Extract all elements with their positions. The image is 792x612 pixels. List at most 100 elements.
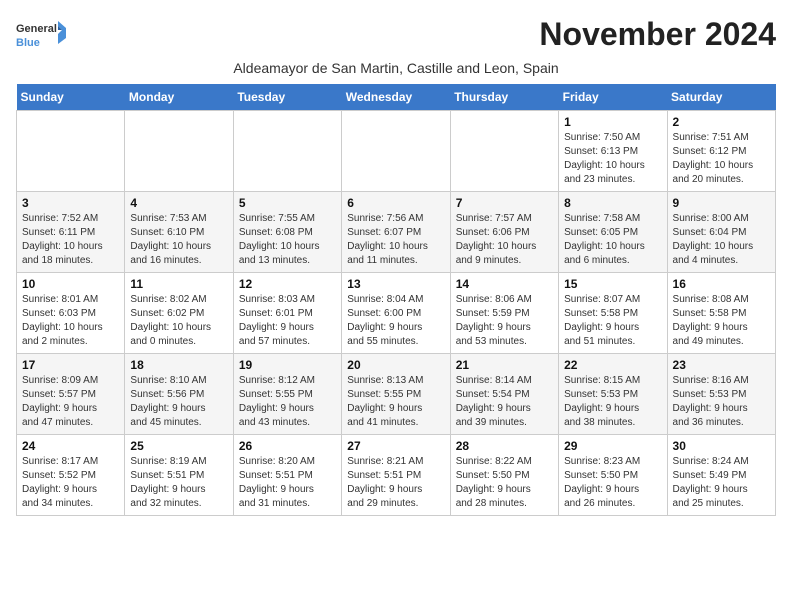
day-info: Sunrise: 8:14 AM Sunset: 5:54 PM Dayligh…	[456, 374, 553, 430]
calendar-cell: 11 Sunrise: 8:02 AM Sunset: 6:02 PM Dayli…	[125, 273, 233, 354]
calendar-cell: 3 Sunrise: 7:52 AM Sunset: 6:11 PM Daylig…	[17, 192, 125, 273]
col-header-wednesday: Wednesday	[342, 84, 450, 111]
day-info: Sunrise: 8:15 AM Sunset: 5:53 PM Dayligh…	[564, 374, 661, 430]
day-info: Sunrise: 8:16 AM Sunset: 5:53 PM Dayligh…	[673, 374, 770, 430]
day-info: Sunrise: 8:22 AM Sunset: 5:50 PM Dayligh…	[456, 455, 553, 511]
day-number: 15	[564, 277, 661, 291]
svg-text:General: General	[16, 23, 57, 35]
calendar-cell: 2 Sunrise: 7:51 AM Sunset: 6:12 PM Daylig…	[667, 111, 775, 192]
calendar-cell: 20Sunrise: 8:13 AM Sunset: 5:55 PM Dayli…	[342, 354, 450, 435]
day-info: Sunrise: 7:58 AM Sunset: 6:05 PM Dayligh…	[564, 212, 661, 268]
header: General Blue November 2024	[16, 16, 776, 56]
calendar-cell: 9Sunrise: 8:00 AM Sunset: 6:04 PM Daylig…	[667, 192, 775, 273]
calendar-cell: 15 Sunrise: 8:07 AM Sunset: 5:58 PM Dayli…	[559, 273, 667, 354]
month-title: November 2024	[539, 16, 776, 53]
day-info: Sunrise: 7:57 AM Sunset: 6:06 PM Dayligh…	[456, 212, 553, 268]
day-info: Sunrise: 8:12 AM Sunset: 5:55 PM Dayligh…	[239, 374, 336, 430]
day-number: 6	[347, 196, 444, 210]
day-info: Sunrise: 8:08 AM Sunset: 5:58 PM Dayligh…	[673, 293, 770, 349]
calendar-cell: 14 Sunrise: 8:06 AM Sunset: 5:59 PM Dayli…	[450, 273, 558, 354]
day-number: 29	[564, 439, 661, 453]
day-number: 14	[456, 277, 553, 291]
calendar-cell: 22 Sunrise: 8:15 AM Sunset: 5:53 PM Dayli…	[559, 354, 667, 435]
day-info: Sunrise: 7:52 AM Sunset: 6:11 PM Dayligh…	[22, 212, 119, 268]
day-info: Sunrise: 8:19 AM Sunset: 5:51 PM Dayligh…	[130, 455, 227, 511]
day-number: 18	[130, 358, 227, 372]
day-number: 7	[456, 196, 553, 210]
calendar-cell: 19 Sunrise: 8:12 AM Sunset: 5:55 PM Dayli…	[233, 354, 341, 435]
calendar-cell: 17 Sunrise: 8:09 AM Sunset: 5:57 PM Dayli…	[17, 354, 125, 435]
calendar-cell: 23 Sunrise: 8:16 AM Sunset: 5:53 PM Dayli…	[667, 354, 775, 435]
day-number: 23	[673, 358, 770, 372]
logo-svg: General Blue	[16, 16, 66, 56]
week-row-5: 24 Sunrise: 8:17 AM Sunset: 5:52 PM Dayli…	[17, 435, 776, 516]
day-info: Sunrise: 8:23 AM Sunset: 5:50 PM Dayligh…	[564, 455, 661, 511]
calendar-cell	[233, 111, 341, 192]
day-number: 11	[130, 277, 227, 291]
day-number: 26	[239, 439, 336, 453]
col-header-friday: Friday	[559, 84, 667, 111]
calendar-cell: 29 Sunrise: 8:23 AM Sunset: 5:50 PM Dayli…	[559, 435, 667, 516]
day-number: 12	[239, 277, 336, 291]
calendar-cell: 28Sunrise: 8:22 AM Sunset: 5:50 PM Dayli…	[450, 435, 558, 516]
week-row-1: 1Sunrise: 7:50 AM Sunset: 6:13 PM Daylig…	[17, 111, 776, 192]
calendar-cell: 24 Sunrise: 8:17 AM Sunset: 5:52 PM Dayli…	[17, 435, 125, 516]
col-header-saturday: Saturday	[667, 84, 775, 111]
day-number: 30	[673, 439, 770, 453]
day-info: Sunrise: 8:00 AM Sunset: 6:04 PM Dayligh…	[673, 212, 770, 268]
day-info: Sunrise: 8:07 AM Sunset: 5:58 PM Dayligh…	[564, 293, 661, 349]
day-number: 19	[239, 358, 336, 372]
calendar-cell: 26 Sunrise: 8:20 AM Sunset: 5:51 PM Dayli…	[233, 435, 341, 516]
calendar-cell: 12 Sunrise: 8:03 AM Sunset: 6:01 PM Dayli…	[233, 273, 341, 354]
day-number: 24	[22, 439, 119, 453]
day-info: Sunrise: 7:56 AM Sunset: 6:07 PM Dayligh…	[347, 212, 444, 268]
calendar-cell: 27Sunrise: 8:21 AM Sunset: 5:51 PM Dayli…	[342, 435, 450, 516]
day-info: Sunrise: 8:04 AM Sunset: 6:00 PM Dayligh…	[347, 293, 444, 349]
header-row: SundayMondayTuesdayWednesdayThursdayFrid…	[17, 84, 776, 111]
day-number: 13	[347, 277, 444, 291]
day-number: 21	[456, 358, 553, 372]
day-number: 4	[130, 196, 227, 210]
calendar-cell	[450, 111, 558, 192]
day-number: 17	[22, 358, 119, 372]
day-number: 2	[673, 115, 770, 129]
day-info: Sunrise: 8:01 AM Sunset: 6:03 PM Dayligh…	[22, 293, 119, 349]
calendar-cell: 10Sunrise: 8:01 AM Sunset: 6:03 PM Dayli…	[17, 273, 125, 354]
day-info: Sunrise: 8:09 AM Sunset: 5:57 PM Dayligh…	[22, 374, 119, 430]
logo: General Blue	[16, 16, 66, 56]
day-info: Sunrise: 8:17 AM Sunset: 5:52 PM Dayligh…	[22, 455, 119, 511]
calendar-cell: 1Sunrise: 7:50 AM Sunset: 6:13 PM Daylig…	[559, 111, 667, 192]
week-row-2: 3 Sunrise: 7:52 AM Sunset: 6:11 PM Daylig…	[17, 192, 776, 273]
calendar-table: SundayMondayTuesdayWednesdayThursdayFrid…	[16, 84, 776, 516]
subtitle: Aldeamayor de San Martin, Castille and L…	[16, 60, 776, 76]
day-info: Sunrise: 8:06 AM Sunset: 5:59 PM Dayligh…	[456, 293, 553, 349]
calendar-cell: 4Sunrise: 7:53 AM Sunset: 6:10 PM Daylig…	[125, 192, 233, 273]
day-number: 8	[564, 196, 661, 210]
week-row-4: 17 Sunrise: 8:09 AM Sunset: 5:57 PM Dayli…	[17, 354, 776, 435]
calendar-cell: 8 Sunrise: 7:58 AM Sunset: 6:05 PM Daylig…	[559, 192, 667, 273]
calendar-cell	[342, 111, 450, 192]
calendar-cell: 6 Sunrise: 7:56 AM Sunset: 6:07 PM Daylig…	[342, 192, 450, 273]
day-info: Sunrise: 8:02 AM Sunset: 6:02 PM Dayligh…	[130, 293, 227, 349]
day-info: Sunrise: 8:20 AM Sunset: 5:51 PM Dayligh…	[239, 455, 336, 511]
week-row-3: 10Sunrise: 8:01 AM Sunset: 6:03 PM Dayli…	[17, 273, 776, 354]
svg-text:Blue: Blue	[16, 37, 40, 49]
day-info: Sunrise: 8:03 AM Sunset: 6:01 PM Dayligh…	[239, 293, 336, 349]
calendar-cell: 13 Sunrise: 8:04 AM Sunset: 6:00 PM Dayli…	[342, 273, 450, 354]
day-info: Sunrise: 7:50 AM Sunset: 6:13 PM Dayligh…	[564, 131, 661, 187]
col-header-tuesday: Tuesday	[233, 84, 341, 111]
calendar-cell: 16Sunrise: 8:08 AM Sunset: 5:58 PM Dayli…	[667, 273, 775, 354]
day-info: Sunrise: 7:51 AM Sunset: 6:12 PM Dayligh…	[673, 131, 770, 187]
day-info: Sunrise: 8:13 AM Sunset: 5:55 PM Dayligh…	[347, 374, 444, 430]
day-number: 3	[22, 196, 119, 210]
day-number: 25	[130, 439, 227, 453]
title-area: November 2024	[539, 16, 776, 53]
calendar-cell: 7 Sunrise: 7:57 AM Sunset: 6:06 PM Daylig…	[450, 192, 558, 273]
day-info: Sunrise: 8:10 AM Sunset: 5:56 PM Dayligh…	[130, 374, 227, 430]
calendar-cell: 21 Sunrise: 8:14 AM Sunset: 5:54 PM Dayli…	[450, 354, 558, 435]
col-header-thursday: Thursday	[450, 84, 558, 111]
calendar-cell: 30 Sunrise: 8:24 AM Sunset: 5:49 PM Dayli…	[667, 435, 775, 516]
day-number: 22	[564, 358, 661, 372]
calendar-cell: 5Sunrise: 7:55 AM Sunset: 6:08 PM Daylig…	[233, 192, 341, 273]
day-info: Sunrise: 8:24 AM Sunset: 5:49 PM Dayligh…	[673, 455, 770, 511]
